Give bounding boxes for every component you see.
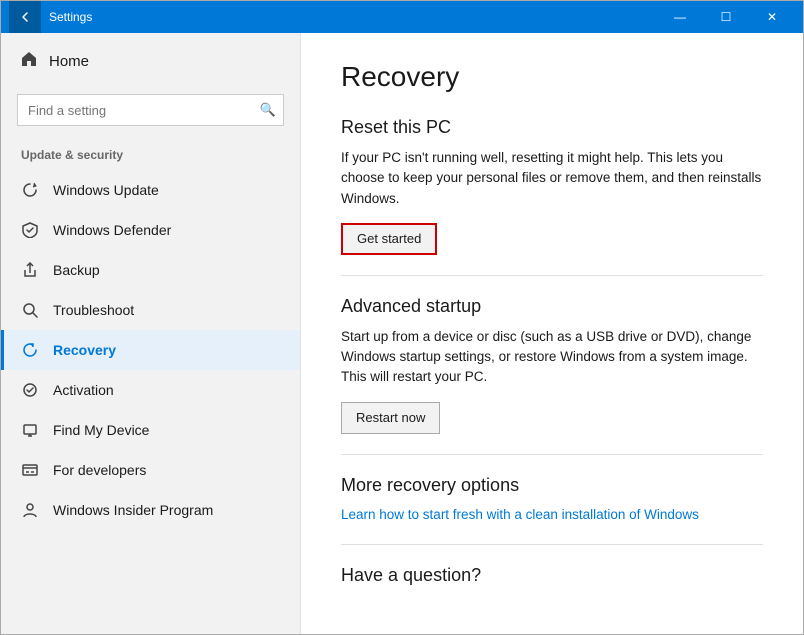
close-button[interactable]: ✕ <box>749 1 795 33</box>
titlebar: Settings — ☐ ✕ <box>1 1 803 33</box>
have-a-question-title: Have a question? <box>341 565 763 586</box>
minimize-button[interactable]: — <box>657 1 703 33</box>
reset-pc-desc: If your PC isn't running well, resetting… <box>341 148 763 209</box>
sidebar-item-label: Windows Insider Program <box>53 502 213 518</box>
home-icon <box>21 51 37 72</box>
sidebar-item-label: Activation <box>53 382 114 398</box>
titlebar-title: Settings <box>49 10 657 24</box>
sidebar-item-windows-defender[interactable]: Windows Defender <box>1 210 300 250</box>
sidebar-item-label: Troubleshoot <box>53 302 134 318</box>
sidebar-item-find-my-device[interactable]: Find My Device <box>1 410 300 450</box>
sidebar-item-windows-update[interactable]: Windows Update <box>1 170 300 210</box>
back-button[interactable] <box>9 1 41 33</box>
sidebar-item-for-developers[interactable]: For developers <box>1 450 300 490</box>
page-title: Recovery <box>341 61 763 93</box>
backup-icon <box>21 261 39 279</box>
sidebar-item-home[interactable]: Home <box>1 33 300 90</box>
sidebar-item-windows-insider[interactable]: Windows Insider Program <box>1 490 300 530</box>
activation-icon <box>21 381 39 399</box>
window-controls: — ☐ ✕ <box>657 1 795 33</box>
sidebar-item-activation[interactable]: Activation <box>1 370 300 410</box>
get-started-button[interactable]: Get started <box>341 223 437 255</box>
defender-icon <box>21 221 39 239</box>
recovery-icon <box>21 341 39 359</box>
restart-now-button[interactable]: Restart now <box>341 402 440 434</box>
divider-2 <box>341 454 763 455</box>
find-device-icon <box>21 421 39 439</box>
sidebar-item-label: Windows Defender <box>53 222 171 238</box>
developers-icon <box>21 461 39 479</box>
advanced-startup-desc: Start up from a device or disc (such as … <box>341 327 763 388</box>
windows-update-icon <box>21 181 39 199</box>
main-layout: Home 🔍 Update & security Windows Update <box>1 33 803 634</box>
more-recovery-title: More recovery options <box>341 475 763 496</box>
search-input[interactable] <box>17 94 284 126</box>
advanced-startup-title: Advanced startup <box>341 296 763 317</box>
sidebar: Home 🔍 Update & security Windows Update <box>1 33 301 634</box>
troubleshoot-icon <box>21 301 39 319</box>
reset-pc-title: Reset this PC <box>341 117 763 138</box>
sidebar-item-recovery[interactable]: Recovery <box>1 330 300 370</box>
sidebar-item-backup[interactable]: Backup <box>1 250 300 290</box>
sidebar-item-label: For developers <box>53 462 146 478</box>
sidebar-section-label: Update & security <box>1 142 300 170</box>
insider-icon <box>21 501 39 519</box>
sidebar-item-label: Recovery <box>53 342 116 358</box>
maximize-button[interactable]: ☐ <box>703 1 749 33</box>
content-area: Recovery Reset this PC If your PC isn't … <box>301 33 803 634</box>
sidebar-item-label: Find My Device <box>53 422 149 438</box>
sidebar-item-troubleshoot[interactable]: Troubleshoot <box>1 290 300 330</box>
sidebar-item-label: Backup <box>53 262 100 278</box>
home-label: Home <box>49 53 89 70</box>
divider-3 <box>341 544 763 545</box>
sidebar-item-label: Windows Update <box>53 182 159 198</box>
divider-1 <box>341 275 763 276</box>
fresh-install-link[interactable]: Learn how to start fresh with a clean in… <box>341 507 699 522</box>
search-box: 🔍 <box>17 94 284 126</box>
